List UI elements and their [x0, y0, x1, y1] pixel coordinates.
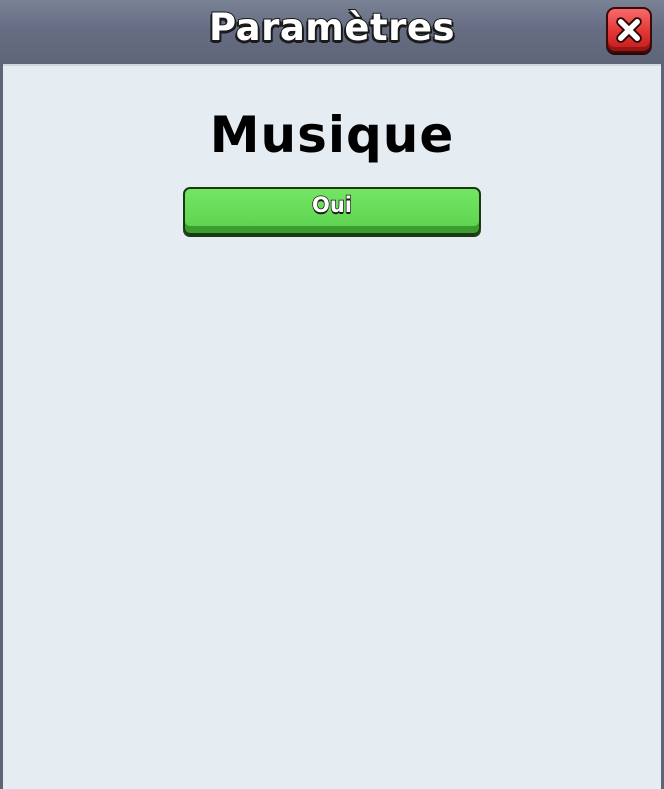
- window-title: Paramètres: [208, 5, 456, 50]
- music-toggle-button[interactable]: Oui: [183, 187, 481, 235]
- close-icon: [616, 17, 642, 43]
- close-button[interactable]: [606, 7, 652, 53]
- title-bar: Paramètres: [0, 0, 664, 64]
- settings-window: Paramètres Musique Oui: [0, 0, 664, 789]
- settings-panel: Musique Oui: [3, 64, 661, 789]
- music-toggle-label: Oui: [311, 192, 353, 218]
- music-setting-title: Musique: [209, 106, 455, 164]
